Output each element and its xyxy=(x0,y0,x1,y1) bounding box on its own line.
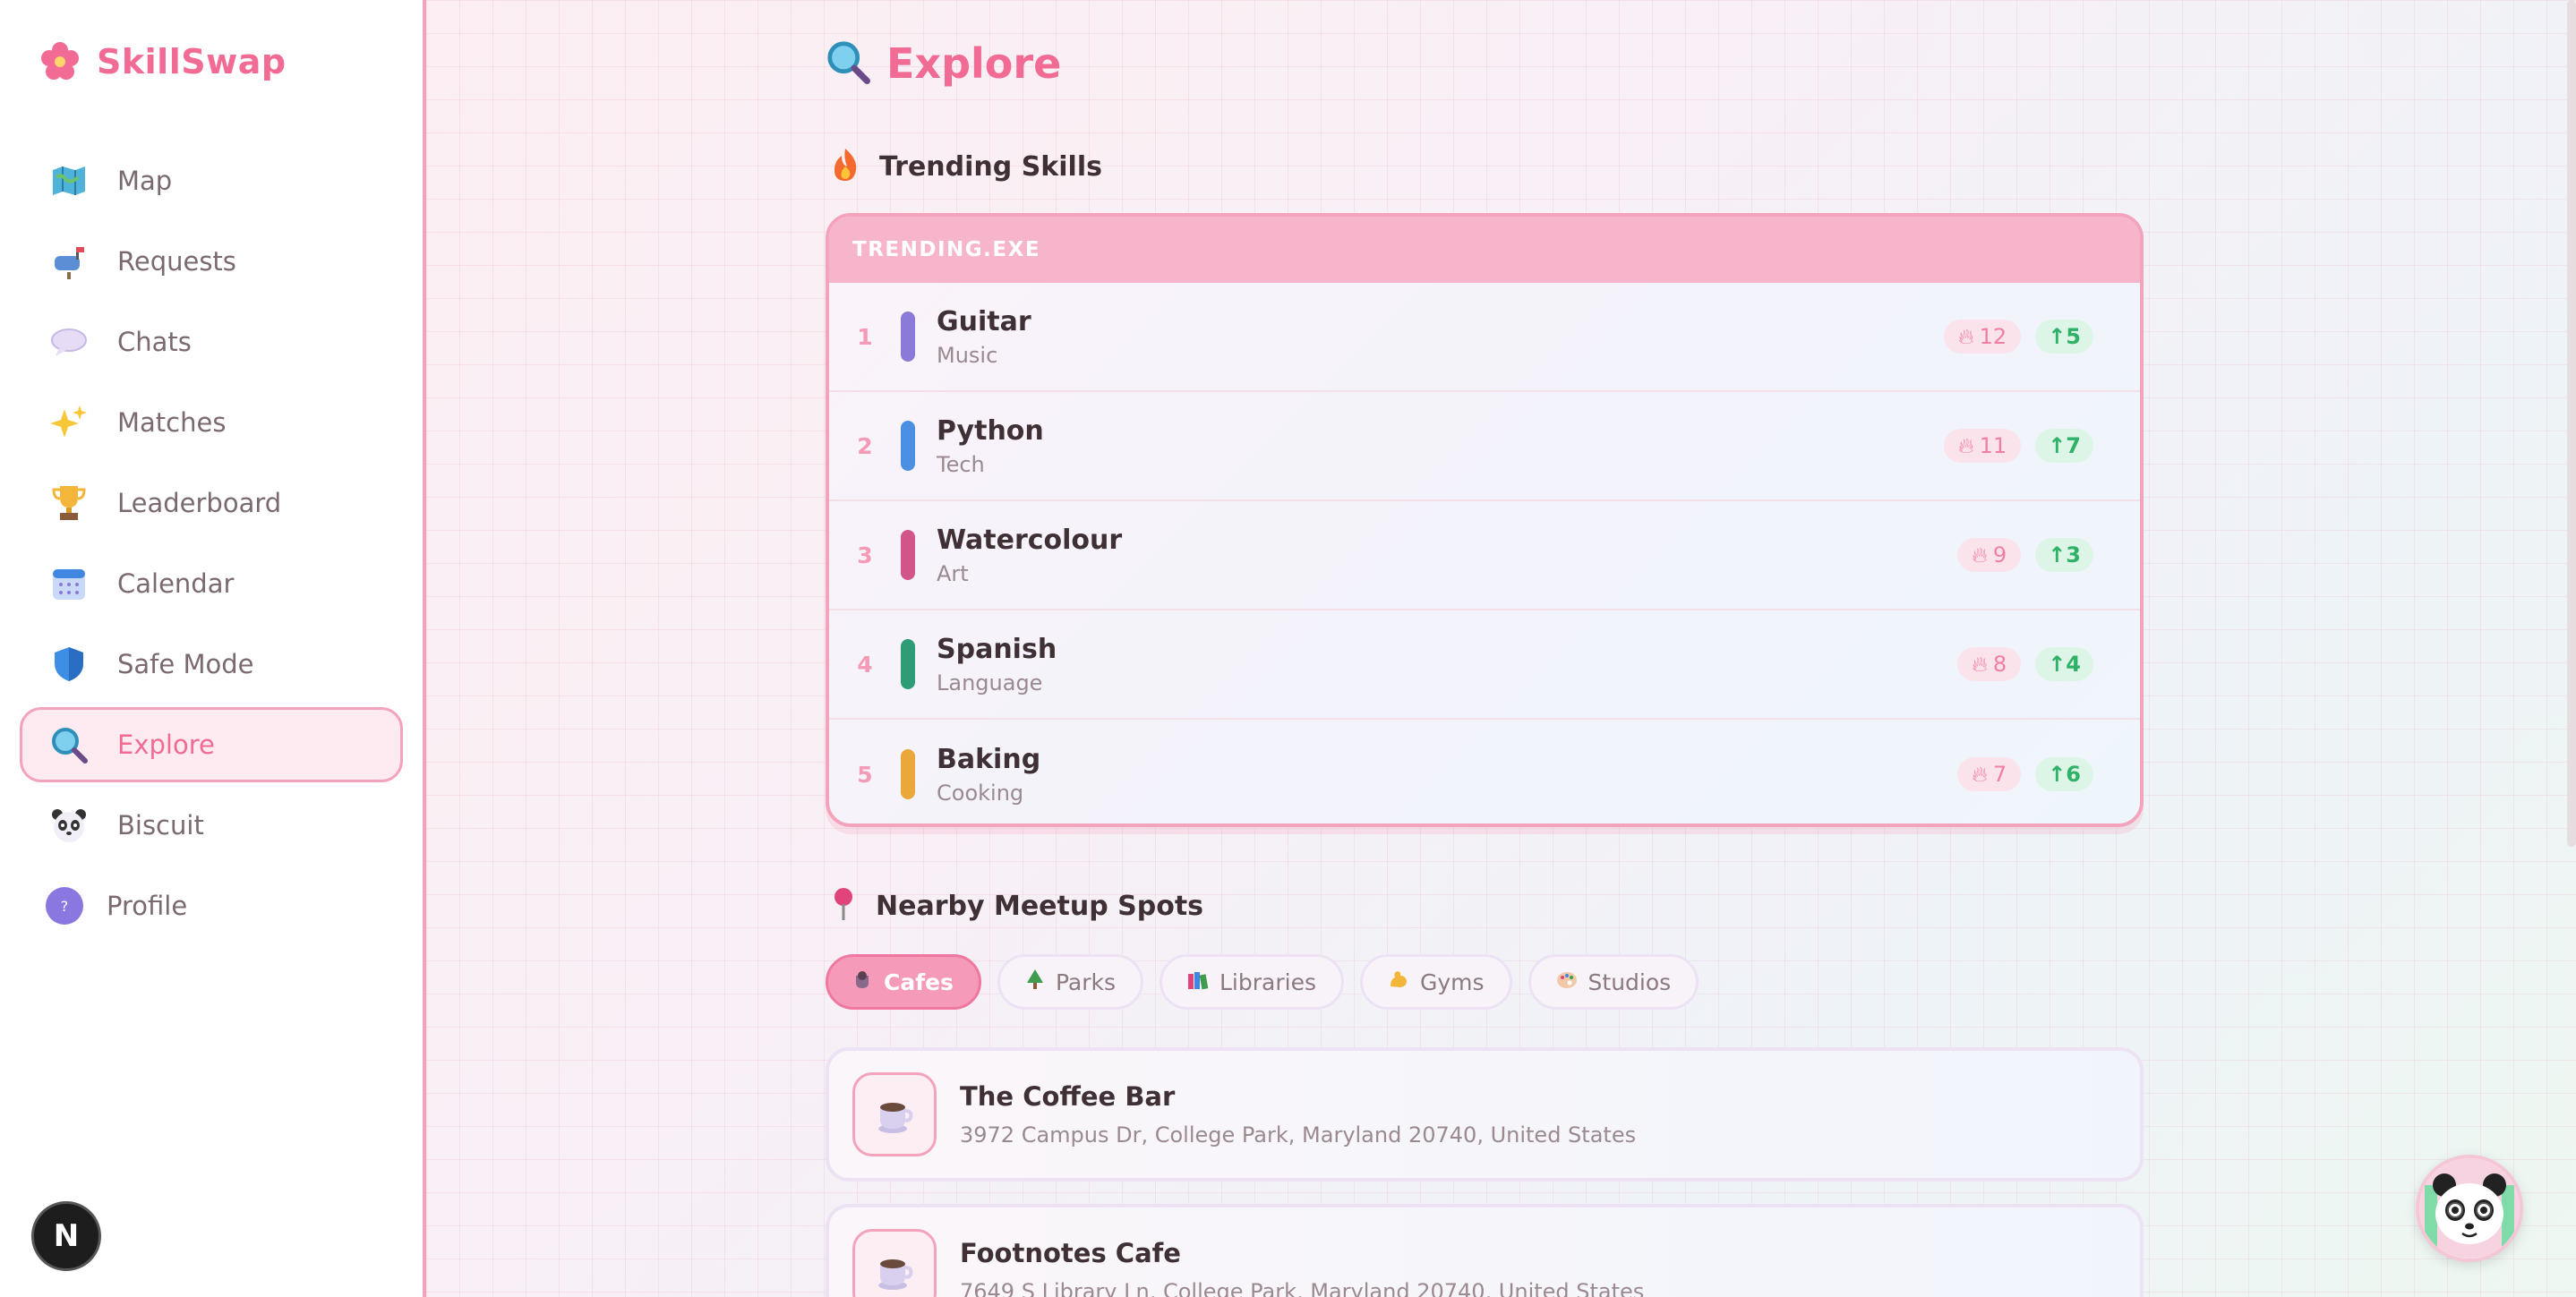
calendar-icon xyxy=(49,564,89,603)
flower-logo-icon xyxy=(39,41,81,82)
trend-delta-badge: ↑6 xyxy=(2035,757,2093,791)
sidebar-item-explore[interactable]: Explore xyxy=(20,707,403,782)
scrollbar[interactable] xyxy=(2567,0,2576,1297)
magnifier-icon xyxy=(826,39,870,88)
sidebar: SkillSwap Map Requests Chats Matches Lea… xyxy=(0,0,426,1297)
sidebar-item-matches[interactable]: Matches xyxy=(20,385,403,460)
speech-bubble-icon xyxy=(49,322,89,362)
flame-icon: 🔥︎ xyxy=(1972,542,1988,567)
trend-count-badge: 🔥︎ 8 xyxy=(1957,647,2022,681)
meetup-spot-card[interactable]: Footnotes Cafe 7649 S Library Ln, Colleg… xyxy=(826,1204,2144,1297)
sidebar-item-calendar[interactable]: Calendar xyxy=(20,546,403,621)
trend-count-badge: 🔥︎ 7 xyxy=(1957,757,2022,791)
tab-libraries[interactable]: Libraries xyxy=(1160,954,1344,1010)
trend-count-badge: 🔥︎ 9 xyxy=(1957,538,2022,572)
trending-row[interactable]: 4 Spanish Language 🔥︎ 8 ↑4 xyxy=(829,610,2140,720)
sidebar-item-requests[interactable]: Requests xyxy=(20,224,403,299)
trending-row[interactable]: 3 Watercolour Art 🔥︎ 9 ↑3 xyxy=(829,501,2140,610)
tab-studios[interactable]: Studios xyxy=(1528,954,1699,1010)
panda-mascot-button[interactable] xyxy=(2416,1155,2523,1262)
mailbox-icon xyxy=(49,242,89,281)
category-color-bar xyxy=(901,639,915,689)
brand-name: SkillSwap xyxy=(97,42,287,81)
scrollbar-thumb[interactable] xyxy=(2567,0,2576,847)
flame-icon: 🔥︎ xyxy=(1972,762,1988,787)
category-color-bar xyxy=(901,530,915,580)
sidebar-nav: Map Requests Chats Matches Leaderboard C… xyxy=(20,143,403,949)
trend-delta-badge: ↑5 xyxy=(2035,320,2093,354)
page-title: Explore xyxy=(826,39,1061,88)
tab-cafes[interactable]: Cafes xyxy=(826,954,981,1010)
trend-count-badge: 🔥︎ 11 xyxy=(1944,429,2022,463)
avatar: ? xyxy=(46,887,83,925)
category-color-bar xyxy=(901,749,915,799)
trend-delta-badge: ↑7 xyxy=(2035,429,2093,463)
trending-window-title: TRENDING.EXE xyxy=(829,217,2140,283)
trending-row[interactable]: 5 Baking Cooking 🔥︎ 7 ↑6 xyxy=(829,720,2140,823)
coffee-icon xyxy=(852,1072,937,1156)
category-color-bar xyxy=(901,421,915,471)
sidebar-item-map[interactable]: Map xyxy=(20,143,403,218)
books-icon xyxy=(1187,969,1209,995)
palette-icon xyxy=(1556,969,1578,995)
pin-icon xyxy=(831,886,856,926)
magnifier-icon xyxy=(49,725,89,764)
brand[interactable]: SkillSwap xyxy=(39,41,287,82)
flexed-arm-icon xyxy=(1388,968,1409,995)
shield-icon xyxy=(49,644,89,684)
flame-icon: 🔥︎ xyxy=(1972,652,1988,677)
meetup-heading: Nearby Meetup Spots xyxy=(831,886,1203,926)
sidebar-item-biscuit[interactable]: Biscuit xyxy=(20,788,403,863)
trend-delta-badge: ↑3 xyxy=(2035,538,2093,572)
sparkles-icon xyxy=(49,403,89,442)
dev-tools-badge[interactable]: N xyxy=(31,1201,101,1271)
sidebar-item-chats[interactable]: Chats xyxy=(20,304,403,380)
sidebar-item-safe-mode[interactable]: Safe Mode xyxy=(20,627,403,702)
fire-icon xyxy=(831,147,860,186)
flame-icon: 🔥︎ xyxy=(1958,433,1974,458)
tree-icon xyxy=(1025,968,1045,995)
coffee-icon xyxy=(852,1229,937,1297)
trending-row[interactable]: 2 Python Tech 🔥︎ 11 ↑7 xyxy=(829,392,2140,501)
trophy-icon xyxy=(49,483,89,523)
panda-icon xyxy=(49,806,89,845)
meetup-category-tabs: Cafes Parks Libraries Gyms Studios xyxy=(826,954,1699,1010)
category-color-bar xyxy=(901,311,915,362)
trending-window: TRENDING.EXE 1 Guitar Music 🔥︎ 12 ↑5 2 Py… xyxy=(826,213,2144,827)
trending-row[interactable]: 1 Guitar Music 🔥︎ 12 ↑5 xyxy=(829,283,2140,392)
sidebar-item-leaderboard[interactable]: Leaderboard xyxy=(20,465,403,541)
meetup-spot-card[interactable]: The Coffee Bar 3972 Campus Dr, College P… xyxy=(826,1047,2144,1182)
trending-heading: Trending Skills xyxy=(831,147,1102,186)
coffee-icon xyxy=(853,969,873,995)
trend-delta-badge: ↑4 xyxy=(2035,647,2093,681)
trend-count-badge: 🔥︎ 12 xyxy=(1944,320,2022,354)
tab-parks[interactable]: Parks xyxy=(997,954,1143,1010)
sidebar-item-profile[interactable]: ? Profile xyxy=(20,868,403,943)
map-icon xyxy=(49,161,89,201)
tab-gyms[interactable]: Gyms xyxy=(1359,954,1512,1010)
flame-icon: 🔥︎ xyxy=(1958,324,1974,349)
